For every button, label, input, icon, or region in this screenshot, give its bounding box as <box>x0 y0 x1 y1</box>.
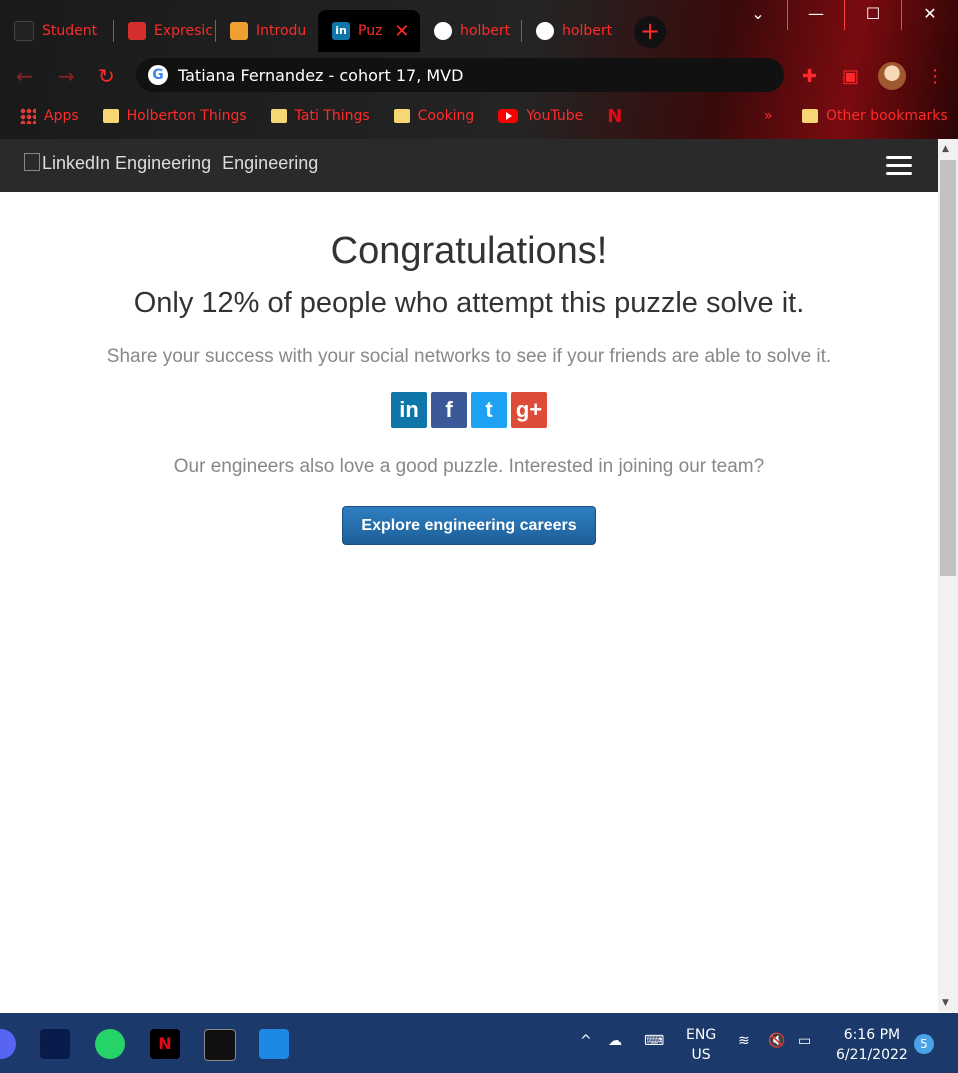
stackoverflow-icon <box>230 22 248 40</box>
omnibox[interactable]: G Tatiana Fernandez - cohort 17, MVD <box>136 58 784 92</box>
tab-introduction[interactable]: Introdu <box>216 10 318 52</box>
speaker-muted-icon[interactable]: 🔇 <box>768 1033 785 1049</box>
menu-kebab-icon[interactable]: ⋮ <box>926 66 944 87</box>
notification-badge[interactable]: 5 <box>914 1034 934 1054</box>
keyboard-icon[interactable]: ⌨ <box>644 1033 664 1049</box>
bookmark-apps[interactable]: Apps <box>20 108 79 124</box>
discord-icon[interactable] <box>0 1029 16 1059</box>
forward-arrow-icon[interactable]: → <box>58 64 75 88</box>
site-navbar: LinkedIn Engineering Engineering <box>0 139 938 192</box>
broken-image-icon <box>24 153 40 171</box>
careers-prompt: Our engineers also love a good puzzle. I… <box>173 456 765 477</box>
tab-holberton-2[interactable]: holbert <box>522 10 622 52</box>
social-share-buttons: in f t g+ <box>0 392 938 428</box>
netflix-icon: N <box>607 105 623 127</box>
apps-grid-icon <box>20 108 36 124</box>
google-plus-share-icon[interactable]: g+ <box>511 392 547 428</box>
disney-plus-icon[interactable] <box>40 1029 70 1059</box>
tab-expresiones[interactable]: Expresic <box>114 10 216 52</box>
explore-careers-button[interactable]: Explore engineering careers <box>342 506 596 545</box>
bookmark-youtube[interactable]: YouTube <box>498 108 583 124</box>
bookmarks-bar: Apps Holberton Things Tati Things Cookin… <box>0 100 958 132</box>
folder-icon <box>270 109 287 123</box>
tab-search-button[interactable]: ⌄ <box>730 0 786 30</box>
vscode-icon[interactable] <box>259 1029 289 1059</box>
tab-holberton-1[interactable]: holbert <box>420 10 522 52</box>
page-title: Congratulations! <box>330 230 608 272</box>
side-panel-icon[interactable]: ▣ <box>842 66 859 87</box>
clock[interactable]: 6:16 PM 6/21/2022 <box>836 1025 908 1065</box>
youtube-icon <box>498 109 519 123</box>
twitter-share-icon[interactable]: t <box>471 392 507 428</box>
tab-strip: Student Expresic Introdu in Puz ✕ holber… <box>0 0 958 52</box>
folder-icon <box>393 109 410 123</box>
terminal-icon[interactable] <box>204 1029 236 1061</box>
bookmark-netflix[interactable]: N <box>607 106 622 127</box>
page-subtitle: Only 12% of people who attempt this puzz… <box>133 287 805 319</box>
folder-icon <box>802 109 818 123</box>
scrollbar-thumb[interactable] <box>940 160 956 576</box>
google-icon: G <box>148 65 168 85</box>
bookmarks-overflow-icon[interactable]: » <box>764 108 773 124</box>
close-window-button[interactable]: ✕ <box>901 0 958 30</box>
tab-puzzle[interactable]: in Puz ✕ <box>318 10 420 52</box>
hamburger-menu-icon[interactable] <box>886 156 912 176</box>
wifi-icon[interactable]: ≋ <box>738 1033 750 1049</box>
omnibox-text: Tatiana Fernandez - cohort 17, MVD <box>178 65 464 85</box>
maximize-button[interactable]: ☐ <box>844 0 901 30</box>
github-icon <box>434 22 452 40</box>
bookmark-tati-things[interactable]: Tati Things <box>270 108 370 124</box>
show-hidden-icons-chevron-icon[interactable]: ^ <box>580 1033 592 1049</box>
folder-icon <box>102 109 119 123</box>
close-tab-icon[interactable]: ✕ <box>394 21 409 42</box>
share-prompt: Share your success with your social netw… <box>106 346 832 367</box>
main-content: Congratulations! Only 12% of people who … <box>0 192 938 545</box>
github-icon <box>536 22 554 40</box>
extensions-puzzle-icon[interactable]: ✚ <box>802 66 817 87</box>
back-arrow-icon[interactable]: ← <box>16 64 33 88</box>
facebook-share-icon[interactable]: f <box>431 392 467 428</box>
bookmark-cooking[interactable]: Cooking <box>393 108 474 124</box>
whatsapp-icon[interactable] <box>95 1029 125 1059</box>
site-brand[interactable]: LinkedIn Engineering Engineering <box>24 153 318 174</box>
scroll-up-arrow-icon[interactable]: ▲ <box>942 144 949 154</box>
bookmark-holberton-things[interactable]: Holberton Things <box>102 108 247 124</box>
linkedin-share-icon[interactable]: in <box>391 392 427 428</box>
bookmark-other[interactable]: Other bookmarks <box>802 108 948 124</box>
taskbar: N ^ ☁ ⌨ ENG US ≋ 🔇 ▭ 6:16 PM 6/21/2022 <box>0 1013 958 1073</box>
onedrive-cloud-icon[interactable]: ☁ <box>608 1033 622 1049</box>
grid-icon <box>128 22 146 40</box>
language-indicator[interactable]: ENG US <box>686 1025 716 1065</box>
person-icon <box>14 21 34 41</box>
reload-icon[interactable]: ↻ <box>98 64 115 88</box>
new-tab-button[interactable]: + <box>634 16 666 48</box>
tab-student[interactable]: Student <box>0 10 114 52</box>
profile-avatar[interactable] <box>878 62 906 90</box>
browser-chrome: Student Expresic Introdu in Puz ✕ holber… <box>0 0 958 139</box>
linkedin-icon: in <box>332 22 350 40</box>
scroll-down-arrow-icon[interactable]: ▼ <box>942 998 949 1008</box>
minimize-button[interactable]: — <box>787 0 844 30</box>
address-bar-row: ← → ↻ G Tatiana Fernandez - cohort 17, M… <box>0 56 958 96</box>
battery-icon[interactable]: ▭ <box>798 1033 811 1049</box>
netflix-app-icon[interactable]: N <box>150 1029 180 1059</box>
